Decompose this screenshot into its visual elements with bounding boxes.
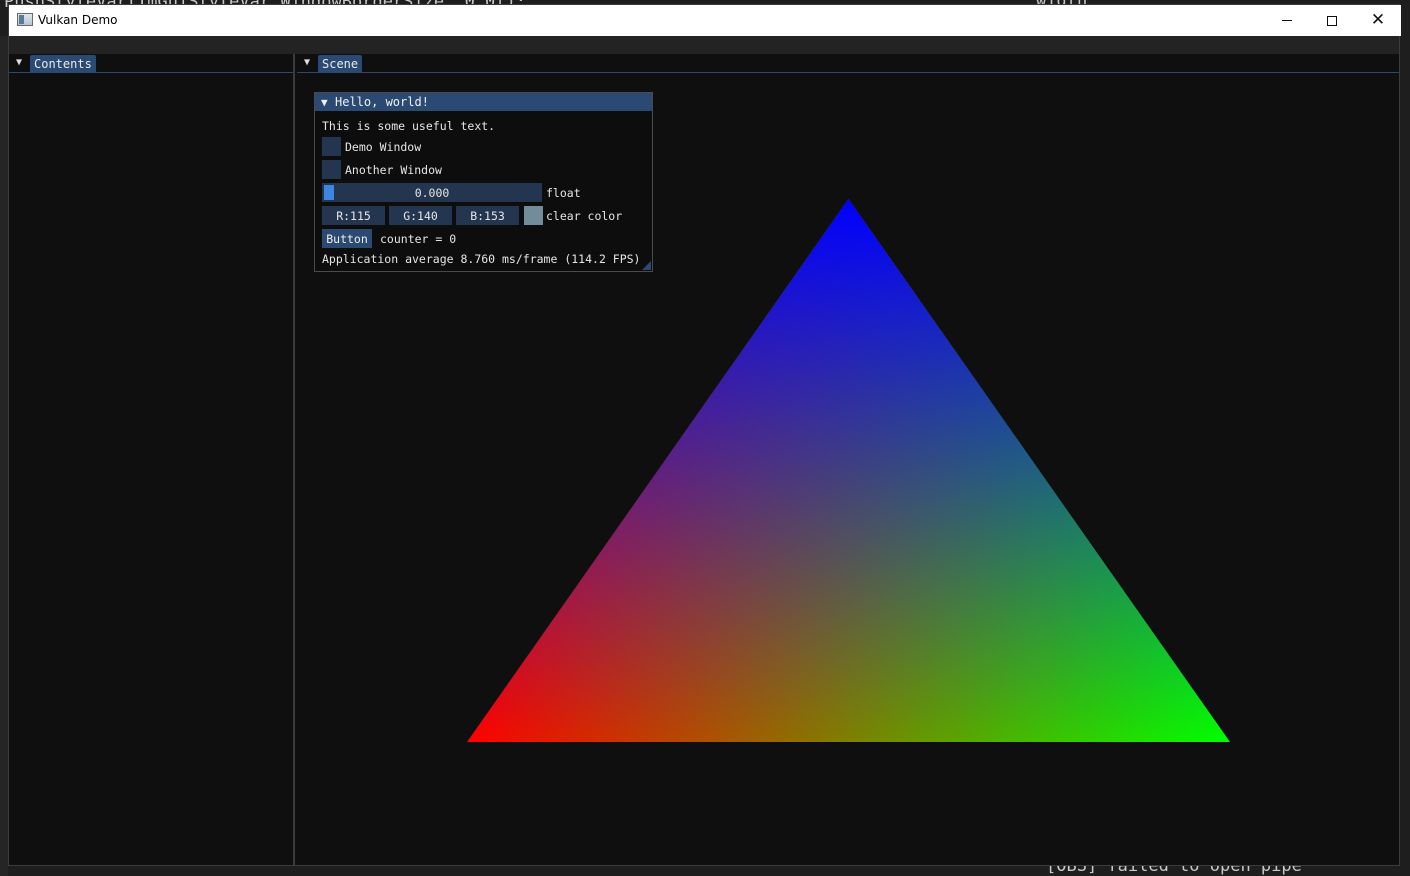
blue-component-input[interactable]: B:153 — [456, 206, 519, 225]
red-component-input[interactable]: R:115 — [322, 206, 385, 225]
contents-panel: ▼ Contents — [9, 54, 295, 865]
fps-stats: Application average 8.760 ms/frame (114.… — [322, 252, 641, 266]
hello-world-title: Hello, world! — [335, 95, 429, 109]
resize-grip[interactable] — [642, 261, 651, 270]
close-icon: ✕ — [1370, 10, 1386, 30]
maximize-icon — [1327, 15, 1337, 26]
window-menu-icon[interactable]: ▼ — [301, 57, 313, 69]
hello-world-title-bar[interactable]: ▼ Hello, world! — [315, 93, 652, 111]
another-window-label: Another Window — [345, 163, 442, 177]
contents-tab-bar: ▼ Contents — [9, 54, 293, 73]
green-component-input[interactable]: G:140 — [389, 206, 452, 225]
counter-button[interactable]: Button — [322, 229, 372, 248]
app-window: Vulkan Demo ✕ ▼ Contents ▼ Scene ▼ Hello,… — [8, 4, 1401, 866]
rendered-triangle — [467, 199, 1230, 742]
app-icon — [17, 13, 33, 26]
maximize-button[interactable] — [1309, 5, 1355, 36]
clear-color-swatch[interactable] — [524, 206, 543, 225]
window-title: Vulkan Demo — [38, 13, 118, 27]
hello-world-window[interactable]: ▼ Hello, world! This is some useful text.… — [314, 92, 653, 272]
menu-strip — [9, 36, 1399, 54]
counter-text: counter = 0 — [380, 232, 457, 246]
demo-window-checkbox[interactable] — [322, 137, 341, 156]
minimize-icon — [1282, 20, 1292, 21]
useful-text: This is some useful text. — [322, 119, 496, 133]
editor-gutter — [0, 36, 8, 876]
tab-scene[interactable]: Scene — [318, 55, 363, 73]
demo-window-label: Demo Window — [345, 140, 422, 154]
scene-tab-bar: ▼ Scene — [297, 54, 1399, 73]
close-button[interactable]: ✕ — [1355, 5, 1401, 36]
tab-contents[interactable]: Contents — [30, 55, 96, 73]
another-window-checkbox[interactable] — [322, 160, 341, 179]
minimize-button[interactable] — [1264, 5, 1310, 36]
float-slider[interactable]: 0.000 — [322, 183, 542, 202]
slider-value: 0.000 — [414, 186, 450, 200]
window-menu-icon[interactable]: ▼ — [13, 57, 25, 69]
collapse-arrow-icon[interactable]: ▼ — [321, 96, 335, 109]
clear-color-label: clear color — [546, 209, 623, 223]
title-bar[interactable]: Vulkan Demo ✕ — [9, 5, 1401, 36]
float-label: float — [546, 186, 581, 200]
